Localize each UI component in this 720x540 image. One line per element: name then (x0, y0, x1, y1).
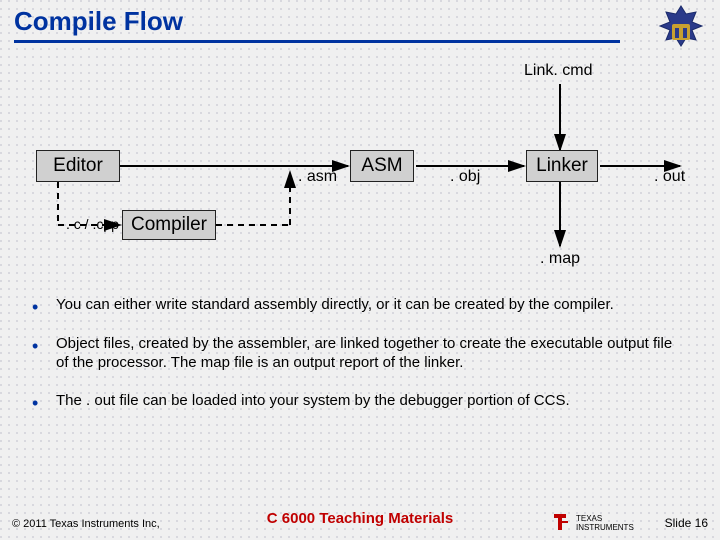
svg-text:TEXAS: TEXAS (576, 514, 602, 523)
svg-text:INSTRUMENTS: INSTRUMENTS (576, 523, 634, 532)
label-asm-ext: . asm (298, 168, 337, 186)
title-underline (14, 40, 620, 43)
label-out-ext: . out (654, 168, 685, 186)
compile-flow-diagram: Editor Compiler ASM Linker Link. cmd . c… (0, 50, 720, 280)
label-link-cmd: Link. cmd (524, 62, 592, 80)
node-compiler: Compiler (122, 210, 216, 240)
slide-number: Slide 16 (665, 516, 708, 530)
tau-logo-icon (656, 4, 706, 54)
label-map-ext: . map (540, 250, 580, 268)
bullet-item: You can either write standard assembly d… (28, 296, 688, 315)
ti-logo-icon: TEXAS INSTRUMENTS (552, 510, 636, 534)
node-linker: Linker (526, 150, 598, 182)
page-title: Compile Flow (14, 6, 183, 37)
bullet-list: You can either write standard assembly d… (28, 296, 688, 431)
bullet-item: The . out file can be loaded into your s… (28, 392, 688, 411)
node-asm: ASM (350, 150, 414, 182)
bullet-item: Object files, created by the assembler, … (28, 335, 688, 373)
label-c-cpp: . c / .cpp (66, 216, 119, 232)
label-obj-ext: . obj (450, 168, 480, 186)
node-editor: Editor (36, 150, 120, 182)
